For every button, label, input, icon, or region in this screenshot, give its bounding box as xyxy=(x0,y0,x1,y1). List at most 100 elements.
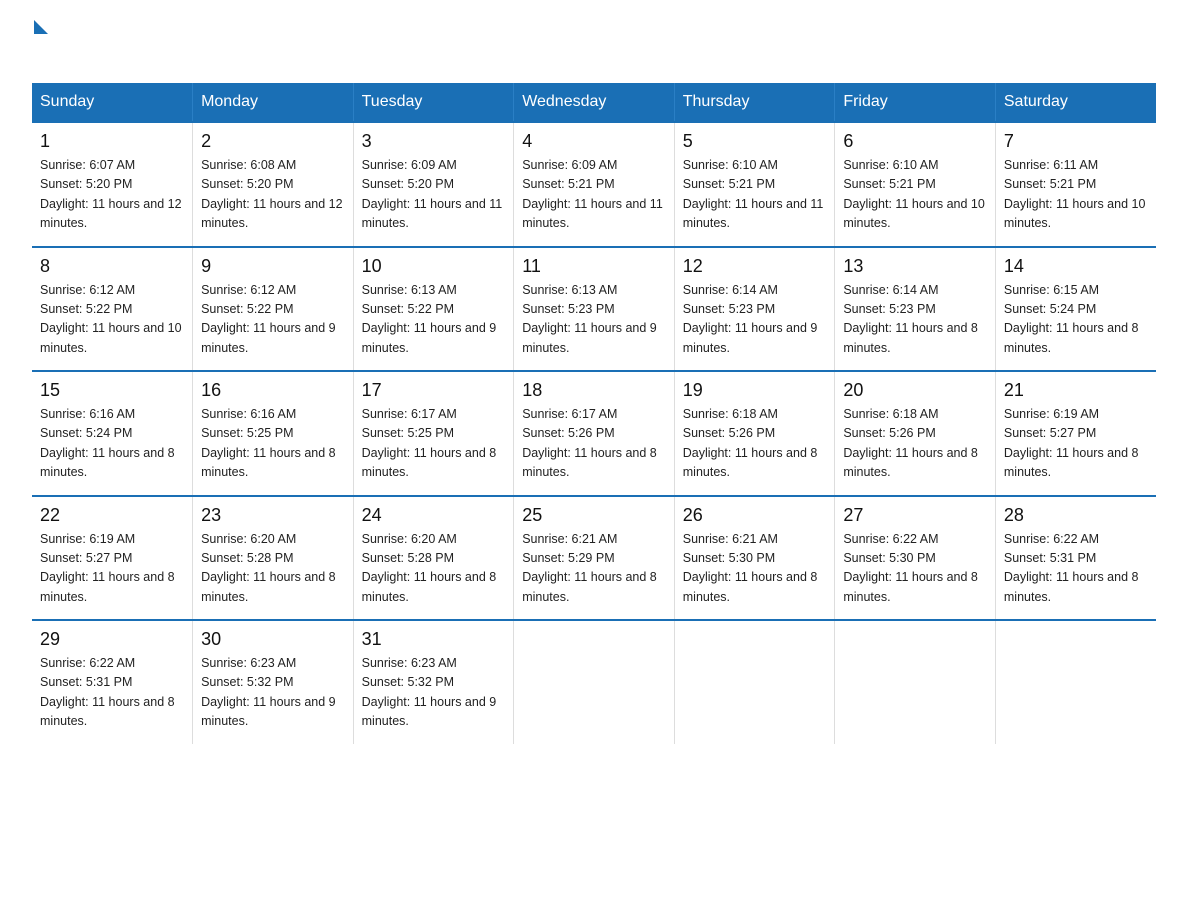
day-number: 6 xyxy=(843,131,987,152)
header-sunday: Sunday xyxy=(32,83,193,122)
day-number: 12 xyxy=(683,256,827,277)
calendar-day-cell: 8 Sunrise: 6:12 AM Sunset: 5:22 PM Dayli… xyxy=(32,247,193,372)
calendar-day-cell: 10 Sunrise: 6:13 AM Sunset: 5:22 PM Dayl… xyxy=(353,247,514,372)
day-number: 29 xyxy=(40,629,184,650)
calendar-day-cell: 13 Sunrise: 6:14 AM Sunset: 5:23 PM Dayl… xyxy=(835,247,996,372)
day-number: 18 xyxy=(522,380,666,401)
day-number: 30 xyxy=(201,629,345,650)
calendar-day-cell: 22 Sunrise: 6:19 AM Sunset: 5:27 PM Dayl… xyxy=(32,496,193,621)
day-info: Sunrise: 6:12 AM Sunset: 5:22 PM Dayligh… xyxy=(40,281,184,359)
header-tuesday: Tuesday xyxy=(353,83,514,122)
day-info: Sunrise: 6:10 AM Sunset: 5:21 PM Dayligh… xyxy=(683,156,827,234)
day-info: Sunrise: 6:12 AM Sunset: 5:22 PM Dayligh… xyxy=(201,281,345,359)
calendar-day-cell: 28 Sunrise: 6:22 AM Sunset: 5:31 PM Dayl… xyxy=(995,496,1156,621)
empty-cell xyxy=(835,620,996,744)
day-number: 22 xyxy=(40,505,184,526)
calendar-day-cell: 17 Sunrise: 6:17 AM Sunset: 5:25 PM Dayl… xyxy=(353,371,514,496)
calendar-day-cell: 29 Sunrise: 6:22 AM Sunset: 5:31 PM Dayl… xyxy=(32,620,193,744)
day-info: Sunrise: 6:21 AM Sunset: 5:29 PM Dayligh… xyxy=(522,530,666,608)
header-wednesday: Wednesday xyxy=(514,83,675,122)
day-number: 17 xyxy=(362,380,506,401)
calendar-day-cell: 1 Sunrise: 6:07 AM Sunset: 5:20 PM Dayli… xyxy=(32,122,193,247)
day-info: Sunrise: 6:18 AM Sunset: 5:26 PM Dayligh… xyxy=(683,405,827,483)
day-number: 31 xyxy=(362,629,506,650)
day-number: 5 xyxy=(683,131,827,152)
day-info: Sunrise: 6:13 AM Sunset: 5:22 PM Dayligh… xyxy=(362,281,506,359)
calendar-day-cell: 24 Sunrise: 6:20 AM Sunset: 5:28 PM Dayl… xyxy=(353,496,514,621)
day-info: Sunrise: 6:17 AM Sunset: 5:26 PM Dayligh… xyxy=(522,405,666,483)
calendar-day-cell: 3 Sunrise: 6:09 AM Sunset: 5:20 PM Dayli… xyxy=(353,122,514,247)
calendar-day-cell: 7 Sunrise: 6:11 AM Sunset: 5:21 PM Dayli… xyxy=(995,122,1156,247)
calendar-day-cell: 9 Sunrise: 6:12 AM Sunset: 5:22 PM Dayli… xyxy=(193,247,354,372)
day-number: 26 xyxy=(683,505,827,526)
day-number: 25 xyxy=(522,505,666,526)
day-info: Sunrise: 6:16 AM Sunset: 5:24 PM Dayligh… xyxy=(40,405,184,483)
day-number: 9 xyxy=(201,256,345,277)
day-info: Sunrise: 6:19 AM Sunset: 5:27 PM Dayligh… xyxy=(40,530,184,608)
calendar-day-cell: 18 Sunrise: 6:17 AM Sunset: 5:26 PM Dayl… xyxy=(514,371,675,496)
day-number: 14 xyxy=(1004,256,1148,277)
day-number: 7 xyxy=(1004,131,1148,152)
calendar-day-cell: 25 Sunrise: 6:21 AM Sunset: 5:29 PM Dayl… xyxy=(514,496,675,621)
empty-cell xyxy=(514,620,675,744)
day-number: 23 xyxy=(201,505,345,526)
day-info: Sunrise: 6:14 AM Sunset: 5:23 PM Dayligh… xyxy=(843,281,987,359)
day-info: Sunrise: 6:09 AM Sunset: 5:21 PM Dayligh… xyxy=(522,156,666,234)
calendar-day-cell: 30 Sunrise: 6:23 AM Sunset: 5:32 PM Dayl… xyxy=(193,620,354,744)
calendar-day-cell: 20 Sunrise: 6:18 AM Sunset: 5:26 PM Dayl… xyxy=(835,371,996,496)
day-info: Sunrise: 6:15 AM Sunset: 5:24 PM Dayligh… xyxy=(1004,281,1148,359)
day-number: 11 xyxy=(522,256,666,277)
empty-cell xyxy=(674,620,835,744)
calendar-day-cell: 4 Sunrise: 6:09 AM Sunset: 5:21 PM Dayli… xyxy=(514,122,675,247)
page-header xyxy=(32,24,1156,65)
day-info: Sunrise: 6:23 AM Sunset: 5:32 PM Dayligh… xyxy=(362,654,506,732)
empty-cell xyxy=(995,620,1156,744)
calendar-day-cell: 21 Sunrise: 6:19 AM Sunset: 5:27 PM Dayl… xyxy=(995,371,1156,496)
calendar-day-cell: 26 Sunrise: 6:21 AM Sunset: 5:30 PM Dayl… xyxy=(674,496,835,621)
calendar-week-row: 1 Sunrise: 6:07 AM Sunset: 5:20 PM Dayli… xyxy=(32,122,1156,247)
day-number: 3 xyxy=(362,131,506,152)
day-number: 20 xyxy=(843,380,987,401)
day-info: Sunrise: 6:23 AM Sunset: 5:32 PM Dayligh… xyxy=(201,654,345,732)
day-number: 4 xyxy=(522,131,666,152)
day-info: Sunrise: 6:22 AM Sunset: 5:31 PM Dayligh… xyxy=(1004,530,1148,608)
day-info: Sunrise: 6:14 AM Sunset: 5:23 PM Dayligh… xyxy=(683,281,827,359)
calendar-day-cell: 5 Sunrise: 6:10 AM Sunset: 5:21 PM Dayli… xyxy=(674,122,835,247)
day-info: Sunrise: 6:20 AM Sunset: 5:28 PM Dayligh… xyxy=(362,530,506,608)
calendar-day-cell: 11 Sunrise: 6:13 AM Sunset: 5:23 PM Dayl… xyxy=(514,247,675,372)
calendar-week-row: 8 Sunrise: 6:12 AM Sunset: 5:22 PM Dayli… xyxy=(32,247,1156,372)
calendar-day-cell: 15 Sunrise: 6:16 AM Sunset: 5:24 PM Dayl… xyxy=(32,371,193,496)
day-info: Sunrise: 6:17 AM Sunset: 5:25 PM Dayligh… xyxy=(362,405,506,483)
day-number: 28 xyxy=(1004,505,1148,526)
day-info: Sunrise: 6:10 AM Sunset: 5:21 PM Dayligh… xyxy=(843,156,987,234)
logo-arrow-icon xyxy=(34,20,48,34)
day-number: 21 xyxy=(1004,380,1148,401)
calendar-day-cell: 23 Sunrise: 6:20 AM Sunset: 5:28 PM Dayl… xyxy=(193,496,354,621)
calendar-day-cell: 2 Sunrise: 6:08 AM Sunset: 5:20 PM Dayli… xyxy=(193,122,354,247)
day-info: Sunrise: 6:20 AM Sunset: 5:28 PM Dayligh… xyxy=(201,530,345,608)
day-info: Sunrise: 6:07 AM Sunset: 5:20 PM Dayligh… xyxy=(40,156,184,234)
header-friday: Friday xyxy=(835,83,996,122)
day-info: Sunrise: 6:19 AM Sunset: 5:27 PM Dayligh… xyxy=(1004,405,1148,483)
calendar-day-cell: 6 Sunrise: 6:10 AM Sunset: 5:21 PM Dayli… xyxy=(835,122,996,247)
day-info: Sunrise: 6:22 AM Sunset: 5:30 PM Dayligh… xyxy=(843,530,987,608)
day-number: 8 xyxy=(40,256,184,277)
calendar-day-cell: 27 Sunrise: 6:22 AM Sunset: 5:30 PM Dayl… xyxy=(835,496,996,621)
day-number: 24 xyxy=(362,505,506,526)
day-info: Sunrise: 6:16 AM Sunset: 5:25 PM Dayligh… xyxy=(201,405,345,483)
calendar-header-row: SundayMondayTuesdayWednesdayThursdayFrid… xyxy=(32,83,1156,122)
day-number: 16 xyxy=(201,380,345,401)
day-number: 13 xyxy=(843,256,987,277)
calendar-day-cell: 19 Sunrise: 6:18 AM Sunset: 5:26 PM Dayl… xyxy=(674,371,835,496)
logo xyxy=(32,24,48,65)
day-number: 1 xyxy=(40,131,184,152)
header-monday: Monday xyxy=(193,83,354,122)
day-number: 27 xyxy=(843,505,987,526)
calendar-table: SundayMondayTuesdayWednesdayThursdayFrid… xyxy=(32,83,1156,744)
calendar-day-cell: 31 Sunrise: 6:23 AM Sunset: 5:32 PM Dayl… xyxy=(353,620,514,744)
header-saturday: Saturday xyxy=(995,83,1156,122)
day-info: Sunrise: 6:09 AM Sunset: 5:20 PM Dayligh… xyxy=(362,156,506,234)
header-thursday: Thursday xyxy=(674,83,835,122)
day-info: Sunrise: 6:18 AM Sunset: 5:26 PM Dayligh… xyxy=(843,405,987,483)
day-info: Sunrise: 6:11 AM Sunset: 5:21 PM Dayligh… xyxy=(1004,156,1148,234)
